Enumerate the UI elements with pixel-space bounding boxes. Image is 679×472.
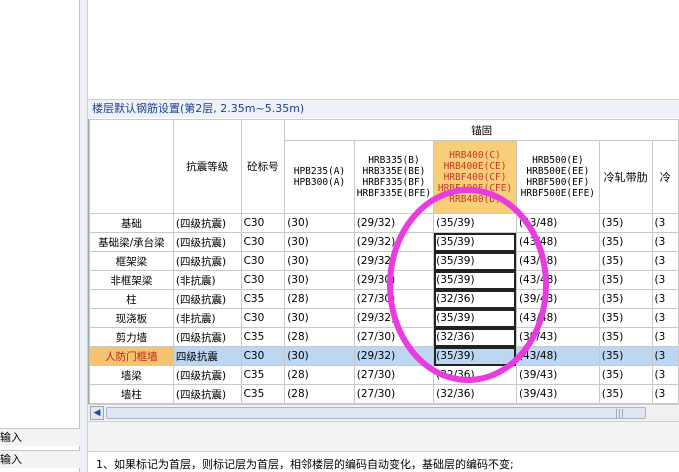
header-c1: HPB235(A) HPB300(A) <box>284 140 355 214</box>
cell-c5[interactable]: (35) <box>598 251 653 271</box>
cell-seismic[interactable]: (四级抗震) <box>172 232 242 252</box>
cell-seismic[interactable]: (非抗震) <box>172 270 242 290</box>
cell-c4[interactable]: (39/43) <box>515 384 600 404</box>
cell-c2[interactable]: (27/30) <box>353 384 435 404</box>
cell-name: 基础梁/承台梁 <box>89 232 174 252</box>
cell-c5[interactable]: (35) <box>598 346 653 366</box>
left-panel-item[interactable]: 输入 <box>0 450 80 468</box>
cell-seismic[interactable]: (四级抗震) <box>172 289 242 309</box>
cell-concrete[interactable]: C30 <box>240 308 286 328</box>
cell-c6[interactable]: (3 <box>651 251 679 271</box>
cell-concrete[interactable]: C35 <box>240 289 286 309</box>
header-c5: 冷轧带肋 <box>598 140 653 214</box>
cell-c6[interactable]: (3 <box>651 213 679 233</box>
cell-c5[interactable]: (35) <box>598 327 653 347</box>
cell-c1[interactable]: (30) <box>284 213 355 233</box>
cell-c1[interactable]: (28) <box>284 327 355 347</box>
annotation-circle <box>387 187 549 383</box>
cell-name: 墙梁 <box>89 365 174 385</box>
cell-name: 柱 <box>89 289 174 309</box>
header-name <box>89 119 174 214</box>
scroll-left-button[interactable]: ◀ <box>90 406 104 420</box>
cell-c1[interactable]: (28) <box>284 289 355 309</box>
cell-c6[interactable]: (3 <box>651 232 679 252</box>
cell-c5[interactable]: (35) <box>598 270 653 290</box>
cell-seismic[interactable]: (四级抗震) <box>172 327 242 347</box>
cell-concrete[interactable]: C35 <box>240 365 286 385</box>
cell-seismic[interactable]: (四级抗震) <box>172 213 242 233</box>
cell-concrete[interactable]: C35 <box>240 384 286 404</box>
cell-c5[interactable]: (35) <box>598 365 653 385</box>
header-anchorage-group: 锚固 <box>284 119 679 141</box>
header-seismic-level: 抗震等级 <box>172 119 242 214</box>
bottom-band <box>88 421 679 451</box>
cell-concrete[interactable]: C35 <box>240 327 286 347</box>
header-c6: 冷 <box>651 140 679 214</box>
header-line: HRB500(E) <box>532 155 584 166</box>
left-panel-item[interactable]: 输入 <box>0 428 80 446</box>
cell-seismic[interactable]: (四级抗震) <box>172 384 242 404</box>
left-panel: 输入 输入 <box>0 0 80 472</box>
cell-c6[interactable]: (3 <box>651 346 679 366</box>
cell-c6[interactable]: (3 <box>651 270 679 290</box>
cell-c5[interactable]: (35) <box>598 384 653 404</box>
cell-name: 现浇板 <box>89 308 174 328</box>
cell-c3[interactable]: (32/36) <box>433 384 517 404</box>
cell-name: 基础 <box>89 213 174 233</box>
cell-c6[interactable]: (3 <box>651 384 679 404</box>
header-line: HRB500E(EE) <box>526 166 590 177</box>
cell-name: 墙柱 <box>89 384 174 404</box>
scroll-thumb[interactable]: ||| <box>106 407 646 419</box>
cell-c1[interactable]: (30) <box>284 251 355 271</box>
cell-concrete[interactable]: C30 <box>240 232 286 252</box>
header-line: HRB400(C) <box>449 149 501 161</box>
scroll-grip-icon: ||| <box>615 409 625 419</box>
header-concrete-grade: 砼标号 <box>240 119 286 214</box>
cell-c1[interactable]: (30) <box>284 270 355 290</box>
cell-name: 剪力墙 <box>89 327 174 347</box>
cell-concrete[interactable]: C30 <box>240 213 286 233</box>
cell-seismic[interactable]: (非抗震) <box>172 308 242 328</box>
header-line: HPB300(A) <box>293 177 346 188</box>
cell-seismic[interactable]: (四级抗震) <box>172 365 242 385</box>
annotation-ellipse <box>387 187 549 383</box>
cell-c1[interactable]: (30) <box>284 346 355 366</box>
top-pane <box>88 0 679 100</box>
cell-c6[interactable]: (3 <box>651 365 679 385</box>
cell-c6[interactable]: (3 <box>651 327 679 347</box>
cell-c5[interactable]: (35) <box>598 289 653 309</box>
cell-c6[interactable]: (3 <box>651 308 679 328</box>
header-line: HRB400E(CE) <box>443 160 507 172</box>
cell-concrete[interactable]: C30 <box>240 346 286 366</box>
cell-c1[interactable]: (28) <box>284 365 355 385</box>
note-text: 1、如果标记为首层，则标记层为首层，相邻楼层的编码自动变化，基础层的编码不变; <box>88 451 679 472</box>
horizontal-scrollbar[interactable]: ◀ ||| <box>88 404 679 421</box>
header-line: HRB335(B) <box>368 155 420 166</box>
section-title: 楼层默认钢筋设置(第2层, 2.35m~5.35m) <box>88 100 679 118</box>
cell-c1[interactable]: (30) <box>284 232 355 252</box>
cell-concrete[interactable]: C30 <box>240 251 286 271</box>
cell-c5[interactable]: (35) <box>598 232 653 252</box>
header-line: HRB335E(BE) <box>362 166 426 177</box>
cell-c1[interactable]: (28) <box>284 384 355 404</box>
header-line: HRBF400(CF) <box>443 171 507 183</box>
cell-name: 非框架梁 <box>89 270 174 290</box>
cell-c5[interactable]: (35) <box>598 308 653 328</box>
cell-seismic[interactable]: (四级抗震) <box>172 251 242 271</box>
cell-seismic[interactable]: 四级抗震 <box>172 346 242 366</box>
cell-c1[interactable]: (30) <box>284 308 355 328</box>
cell-c6[interactable]: (3 <box>651 289 679 309</box>
header-line: HPB235(A) <box>293 166 346 177</box>
table-row[interactable]: 墙柱 (四级抗震) C35 (28) (27/30) (32/36) (39/43) (35)… <box>89 384 679 404</box>
cell-concrete[interactable]: C30 <box>240 270 286 290</box>
splitter[interactable] <box>80 0 88 472</box>
cell-name: 人防门框墙 <box>89 346 174 366</box>
cell-c5[interactable]: (35) <box>598 213 653 233</box>
cell-name: 框架梁 <box>89 251 174 271</box>
